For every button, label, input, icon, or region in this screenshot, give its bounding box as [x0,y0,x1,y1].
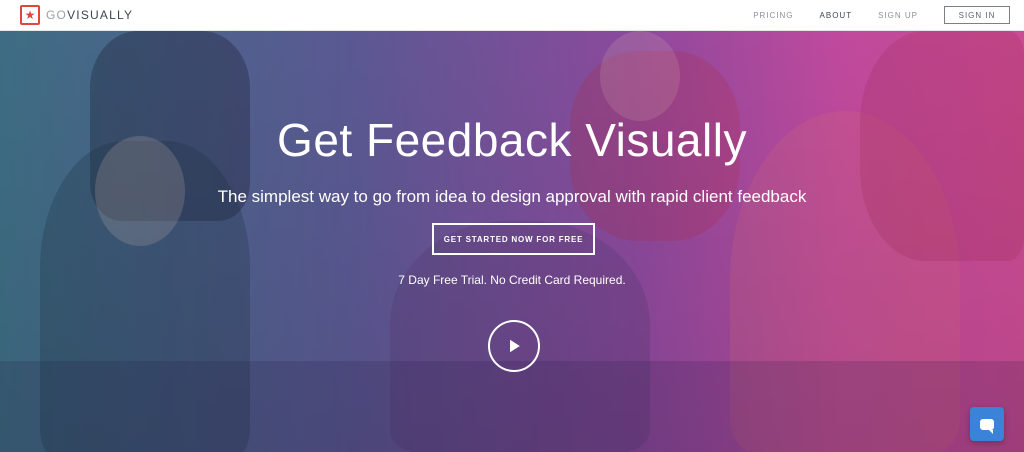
logo[interactable]: ★ GOVISUALLY [20,3,133,27]
logo-text-prefix: GO [46,8,68,22]
star-badge-icon: ★ [20,5,40,25]
play-video-button[interactable] [488,320,540,372]
nav-link-about[interactable]: ABOUT [820,11,853,20]
top-nav: ★ GOVISUALLY PRICING ABOUT SIGN UP SIGN … [0,0,1024,31]
chat-button[interactable] [970,407,1004,441]
play-icon [510,339,520,353]
logo-text: GOVISUALLY [46,8,133,22]
hero-subtitle: The simplest way to go from idea to desi… [217,187,807,206]
nav-link-pricing[interactable]: PRICING [753,11,793,20]
nav-links: PRICING ABOUT SIGN UP SIGN IN [753,0,1010,30]
trial-note: 7 Day Free Trial. No Credit Card Require… [398,273,626,287]
nav-link-sign-up[interactable]: SIGN UP [878,11,918,20]
get-started-button[interactable]: GET STARTED NOW FOR FREE [432,223,595,255]
page: ★ GOVISUALLY PRICING ABOUT SIGN UP SIGN … [0,0,1024,452]
sign-in-button[interactable]: SIGN IN [944,6,1010,24]
chat-bubble-icon [980,418,994,434]
hero-title: Get Feedback Visually [277,114,747,166]
logo-text-suffix: VISUALLY [67,8,134,22]
hero-section: Get Feedback Visually The simplest way t… [0,31,1024,452]
